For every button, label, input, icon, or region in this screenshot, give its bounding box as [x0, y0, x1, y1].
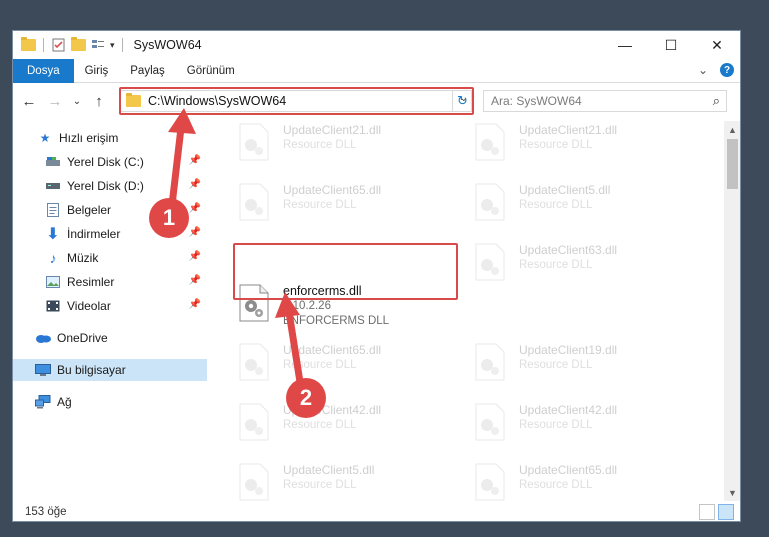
annotation-arrows	[168, 108, 304, 386]
step-1-badge: 1	[149, 198, 189, 238]
step-2-badge: 2	[286, 378, 326, 418]
